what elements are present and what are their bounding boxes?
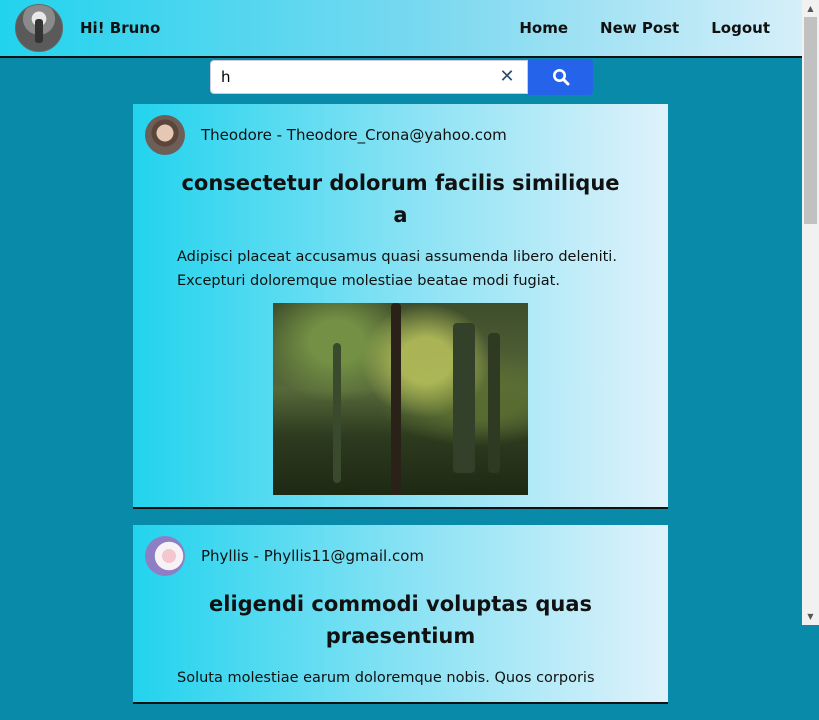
scroll-up-icon[interactable]: ▲ bbox=[802, 0, 819, 17]
post-image bbox=[273, 303, 528, 495]
nav-logout-link[interactable]: Logout bbox=[711, 19, 770, 37]
search-box: ✕ bbox=[210, 60, 528, 94]
nav-links: Home New Post Logout bbox=[487, 19, 770, 37]
post-body: Adipisci placeat accusamus quasi assumen… bbox=[177, 249, 617, 289]
scrollbar[interactable]: ▲ ▼ bbox=[802, 0, 819, 625]
scroll-thumb[interactable] bbox=[804, 17, 817, 224]
clear-icon[interactable]: ✕ bbox=[499, 68, 515, 86]
post-header: Theodore - Theodore_Crona@yahoo.com bbox=[133, 104, 668, 155]
search-button[interactable] bbox=[528, 59, 593, 95]
post-author: Theodore - Theodore_Crona@yahoo.com bbox=[201, 126, 507, 144]
author-avatar bbox=[145, 536, 185, 576]
navbar: Hi! Bruno Home New Post Logout bbox=[0, 0, 802, 58]
post-author: Phyllis - Phyllis11@gmail.com bbox=[201, 547, 424, 565]
post-body: Soluta molestiae earum doloremque nobis.… bbox=[177, 670, 595, 686]
post-header: Phyllis - Phyllis11@gmail.com bbox=[133, 525, 668, 576]
nav-home-link[interactable]: Home bbox=[519, 19, 568, 37]
post-title: consectetur dolorum facilis similique a bbox=[181, 171, 620, 227]
search-input[interactable] bbox=[211, 61, 491, 93]
post-title: eligendi commodi voluptas quas praesenti… bbox=[209, 592, 592, 648]
post-card: Theodore - Theodore_Crona@yahoo.com cons… bbox=[133, 104, 668, 509]
search-icon bbox=[552, 69, 569, 86]
search-bar: ✕ bbox=[210, 59, 593, 95]
post-card: Phyllis - Phyllis11@gmail.com eligendi c… bbox=[133, 525, 668, 704]
greeting-text: Hi! Bruno bbox=[80, 19, 161, 37]
user-avatar[interactable] bbox=[15, 4, 63, 52]
scroll-down-icon[interactable]: ▼ bbox=[802, 608, 819, 625]
post-feed: Theodore - Theodore_Crona@yahoo.com cons… bbox=[133, 104, 668, 720]
nav-new-post-link[interactable]: New Post bbox=[600, 19, 679, 37]
author-avatar bbox=[145, 115, 185, 155]
